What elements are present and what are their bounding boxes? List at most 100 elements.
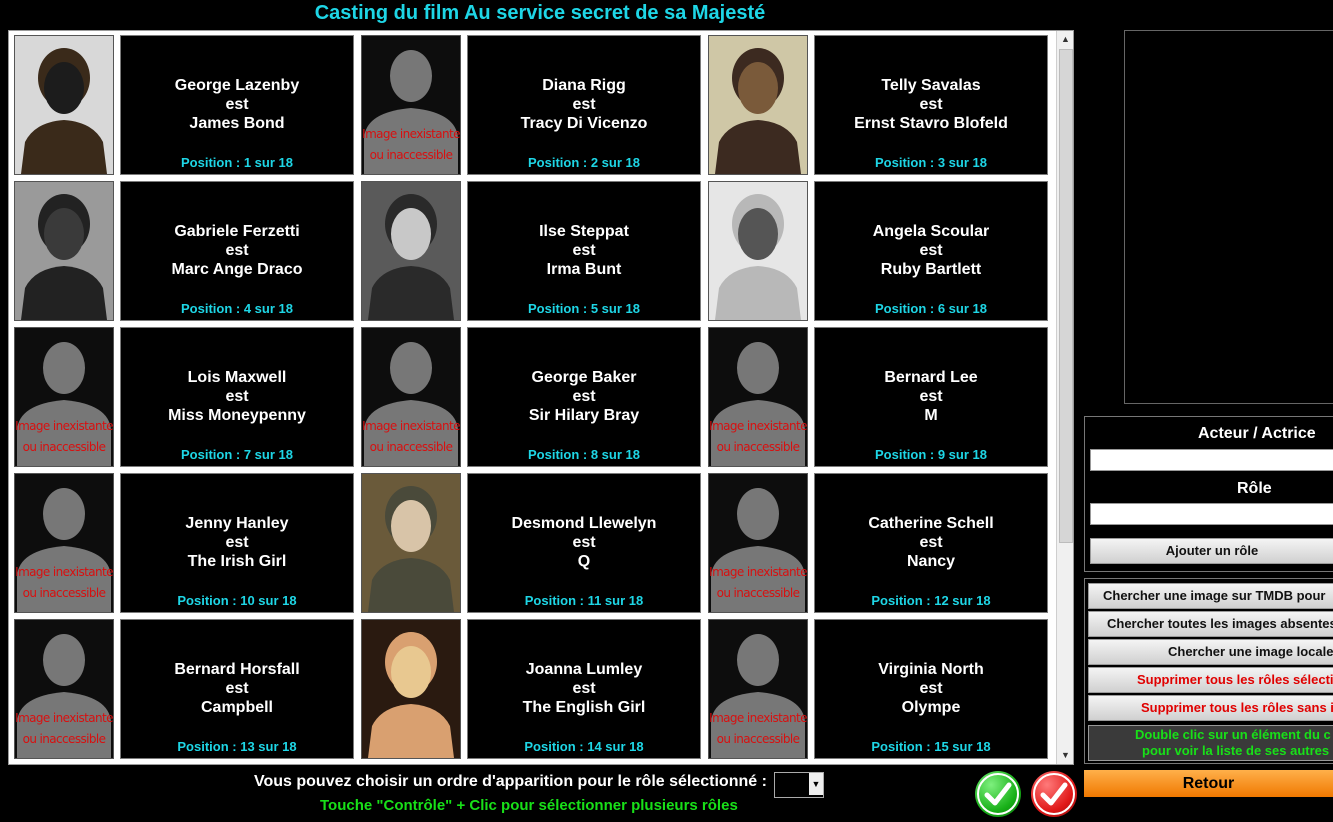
position-label: Position : 15 sur 18 (871, 739, 991, 754)
actor-name: Bernard Lee (884, 369, 978, 386)
cast-card[interactable]: Desmond Llewelyn est Q Position : 11 sur 18 (467, 473, 701, 613)
cast-card[interactable]: Bernard Lee est M Position : 9 sur 18 (814, 327, 1048, 467)
cast-card[interactable]: Gabriele Ferzetti est Marc Ange Draco Posit… (120, 181, 354, 321)
cast-card[interactable]: Angela Scoular est Ruby Bartlett Position :… (814, 181, 1048, 321)
cancel-button[interactable] (1031, 771, 1077, 817)
cast-card[interactable]: Catherine Schell est Nancy Position : 12 su… (814, 473, 1048, 613)
actor-photo-placeholder[interactable]: Image inexistante ou inaccessible (708, 327, 808, 467)
chevron-down-icon[interactable]: ▼ (809, 773, 823, 795)
actor-photo[interactable] (361, 619, 461, 759)
cast-names: Telly Savalas est Ernst Stavro Blofeld (815, 76, 1047, 133)
cast-card[interactable]: Telly Savalas est Ernst Stavro Blofeld Posi… (814, 35, 1048, 175)
placeholder-line-1: Image inexistante (709, 711, 807, 725)
actor-photo[interactable] (708, 181, 808, 321)
actor-name: George Baker (531, 369, 637, 386)
position-label: Position : 2 sur 18 (528, 155, 640, 170)
check-icon (977, 773, 1019, 815)
placeholder-line-1: Image inexistante (709, 565, 807, 579)
cast-names: George Lazenby est James Bond (121, 76, 353, 133)
cast-names: Bernard Lee est M (815, 368, 1047, 425)
position-label: Position : 7 sur 18 (181, 447, 293, 462)
double-click-hint: Double clic sur un élément du c pour voi… (1088, 725, 1333, 761)
placeholder-line-1: Image inexistante (362, 127, 460, 141)
actor-photo[interactable] (708, 35, 808, 175)
confirm-button[interactable] (975, 771, 1021, 817)
placeholder-line-2: ou inaccessible (716, 586, 800, 600)
role-name: Miss Moneypenny (168, 407, 306, 424)
cast-names: Diana Rigg est Tracy Di Vicenzo (468, 76, 700, 133)
placeholder-line-1: Image inexistante (15, 565, 113, 579)
actor-name: Telly Savalas (881, 77, 981, 94)
actor-photo[interactable] (361, 181, 461, 321)
cast-card[interactable]: Ilse Steppat est Irma Bunt Position : 5 sur… (467, 181, 701, 321)
cast-card[interactable]: Diana Rigg est Tracy Di Vicenzo Position : … (467, 35, 701, 175)
search-local-image-button[interactable]: Chercher une image locale (1088, 639, 1333, 665)
scroll-thumb[interactable] (1059, 49, 1073, 543)
cast-card[interactable]: George Baker est Sir Hilary Bray Position :… (467, 327, 701, 467)
search-all-missing-button[interactable]: Chercher toutes les images absentes (1088, 611, 1333, 637)
position-label: Position : 3 sur 18 (875, 155, 987, 170)
cast-names: Lois Maxwell est Miss Moneypenny (121, 368, 353, 425)
connector-text: est (572, 388, 596, 405)
cast-card[interactable]: Bernard Horsfall est Campbell Position : 13… (120, 619, 354, 759)
search-tmdb-button[interactable]: Chercher une image sur TMDB pour (1088, 583, 1333, 609)
photo-preview (1124, 30, 1333, 404)
role-name: Q (577, 553, 591, 570)
actor-input[interactable] (1090, 449, 1333, 471)
add-role-button[interactable]: Ajouter un rôle (1090, 538, 1333, 564)
placeholder-line-1: Image inexistante (15, 711, 113, 725)
scroll-down-icon[interactable]: ▼ (1057, 747, 1073, 764)
role-name: Tracy Di Vicenzo (520, 115, 648, 132)
cast-names: Catherine Schell est Nancy (815, 514, 1047, 571)
cast-card[interactable]: Joanna Lumley est The English Girl Position… (467, 619, 701, 759)
connector-text: est (572, 242, 596, 259)
position-label: Position : 5 sur 18 (528, 301, 640, 316)
actor-name: Catherine Schell (868, 515, 994, 532)
actor-name: Desmond Llewelyn (511, 515, 657, 532)
cast-card[interactable]: Lois Maxwell est Miss Moneypenny Position :… (120, 327, 354, 467)
cast-card[interactable]: Virginia North est Olympe Position : 15 sur… (814, 619, 1048, 759)
delete-selected-roles-button[interactable]: Supprimer tous les rôles sélecti (1088, 667, 1333, 693)
connector-text: est (225, 388, 249, 405)
actor-photo-placeholder[interactable]: Image inexistante ou inaccessible (361, 35, 461, 175)
connector-text: est (225, 96, 249, 113)
role-name: Ruby Bartlett (880, 261, 982, 278)
cast-card[interactable]: George Lazenby est James Bond Position : 1 … (120, 35, 354, 175)
cast-names: Jenny Hanley est The Irish Girl (121, 514, 353, 571)
cast-names: Gabriele Ferzetti est Marc Ange Draco (121, 222, 353, 279)
placeholder-text: Image inexistante ou inaccessible (709, 416, 807, 458)
role-input[interactable] (1090, 503, 1333, 525)
add-role-panel: Acteur / Actrice Rôle Ajouter un rôle (1084, 416, 1333, 572)
scroll-up-icon[interactable]: ▲ (1057, 31, 1073, 48)
cast-names: Ilse Steppat est Irma Bunt (468, 222, 700, 279)
position-label: Position : 12 sur 18 (871, 593, 991, 608)
cast-names: Bernard Horsfall est Campbell (121, 660, 353, 717)
connector-text: est (225, 242, 249, 259)
position-label: Position : 6 sur 18 (875, 301, 987, 316)
actor-label: Acteur / Actrice (1198, 425, 1316, 442)
actor-name: Gabriele Ferzetti (174, 223, 300, 240)
actor-photo-placeholder[interactable]: Image inexistante ou inaccessible (708, 619, 808, 759)
role-name: Nancy (906, 553, 956, 570)
cast-names: Desmond Llewelyn est Q (468, 514, 700, 571)
connector-text: est (225, 680, 249, 697)
actor-photo[interactable] (361, 473, 461, 613)
delete-roles-without-image-button[interactable]: Supprimer tous les rôles sans i (1088, 695, 1333, 721)
order-select[interactable]: ▼ (774, 772, 824, 798)
placeholder-line-2: ou inaccessible (369, 440, 453, 454)
role-name: Sir Hilary Bray (528, 407, 640, 424)
actor-photo-placeholder[interactable]: Image inexistante ou inaccessible (14, 619, 114, 759)
actor-photo-placeholder[interactable]: Image inexistante ou inaccessible (14, 327, 114, 467)
cast-scrollbar[interactable]: ▲ ▼ (1056, 31, 1073, 764)
position-label: Position : 1 sur 18 (181, 155, 293, 170)
back-button[interactable]: Retour (1084, 770, 1333, 797)
placeholder-line-1: Image inexistante (15, 419, 113, 433)
placeholder-line-1: Image inexistante (362, 419, 460, 433)
placeholder-line-2: ou inaccessible (22, 586, 106, 600)
actor-photo-placeholder[interactable]: Image inexistante ou inaccessible (361, 327, 461, 467)
cast-card[interactable]: Jenny Hanley est The Irish Girl Position : … (120, 473, 354, 613)
actor-photo-placeholder[interactable]: Image inexistante ou inaccessible (14, 473, 114, 613)
actor-photo[interactable] (14, 181, 114, 321)
actor-photo-placeholder[interactable]: Image inexistante ou inaccessible (708, 473, 808, 613)
actor-photo[interactable] (14, 35, 114, 175)
